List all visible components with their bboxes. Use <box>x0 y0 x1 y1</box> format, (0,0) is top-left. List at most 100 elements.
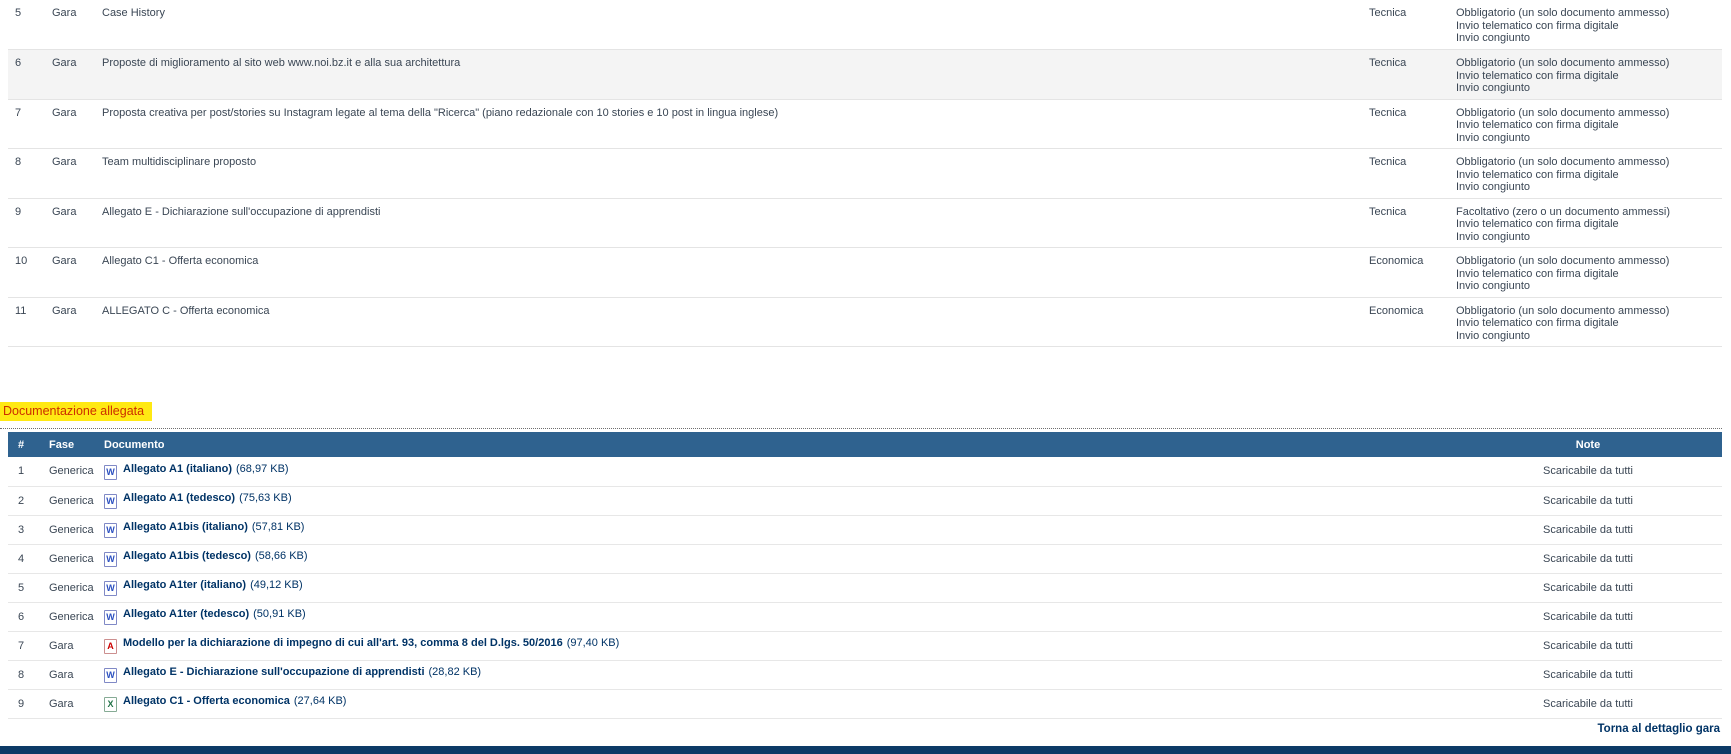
fase-label: Gara <box>45 50 95 100</box>
word-file-icon[interactable]: W <box>104 523 117 538</box>
attachment-document-cell: WAllegato A1 (tedesco)(75,63 KB) <box>104 486 1454 515</box>
pdf-file-icon[interactable]: A <box>104 639 117 654</box>
download-permission-note: Scaricabile da tutti <box>1454 689 1722 718</box>
attachment-download-link[interactable]: WAllegato A1bis (tedesco) <box>104 550 251 562</box>
word-file-icon[interactable]: W <box>104 494 117 509</box>
attachment-name[interactable]: Allegato E - Dichiarazione sull'occupazi… <box>123 666 425 678</box>
row-number: 6 <box>8 602 48 631</box>
fase-label: Gara <box>45 198 95 248</box>
row-number: 3 <box>8 515 48 544</box>
attachment-document-cell: WAllegato A1ter (tedesco)(50,91 KB) <box>104 602 1454 631</box>
file-size: (49,12 KB) <box>250 579 303 591</box>
attachment-name[interactable]: Modello per la dichiarazione di impegno … <box>123 637 563 649</box>
attachment-row: 1 Generica WAllegato A1 (italiano)(68,97… <box>8 457 1722 486</box>
attachment-document-cell: XAllegato C1 - Offerta economica(27,64 K… <box>104 689 1454 718</box>
row-number: 8 <box>8 149 45 199</box>
attachment-name[interactable]: Allegato A1bis (italiano) <box>123 521 248 533</box>
row-number: 4 <box>8 544 48 573</box>
attachments-table: # Fase Documento Note 1 Generica WAllega… <box>8 432 1722 719</box>
section-title-documentazione-allegata: Documentazione allegata <box>0 402 152 421</box>
word-file-icon[interactable]: W <box>104 552 117 567</box>
fase-label: Gara <box>45 297 95 347</box>
tipologia-label: Tecnica <box>1362 50 1449 100</box>
attachment-download-link[interactable]: WAllegato A1 (italiano) <box>104 463 232 475</box>
attachment-download-link[interactable]: WAllegato A1ter (italiano) <box>104 579 246 591</box>
document-title: Proposte di miglioramento al sito web ww… <box>95 50 1362 100</box>
row-number: 8 <box>8 660 48 689</box>
file-size: (58,66 KB) <box>255 550 308 562</box>
file-size: (28,82 KB) <box>429 666 482 678</box>
word-file-icon[interactable]: W <box>104 668 117 683</box>
attachment-download-link[interactable]: WAllegato A1ter (tedesco) <box>104 608 249 620</box>
excel-file-icon[interactable]: X <box>104 697 117 712</box>
footer-bar <box>0 746 1731 754</box>
download-permission-note: Scaricabile da tutti <box>1454 573 1722 602</box>
download-permission-note: Scaricabile da tutti <box>1454 631 1722 660</box>
row-number: 6 <box>8 50 45 100</box>
tipologia-label: Economica <box>1362 248 1449 298</box>
row-number: 9 <box>8 689 48 718</box>
attachment-row: 4 Generica WAllegato A1bis (tedesco)(58,… <box>8 544 1722 573</box>
word-file-icon[interactable]: W <box>104 465 117 480</box>
fase-label: Generica <box>48 515 104 544</box>
note-lines: Obbligatorio (un solo documento ammesso)… <box>1449 99 1722 149</box>
fase-label: Gara <box>48 660 104 689</box>
section-divider <box>0 428 1722 429</box>
attachment-download-link[interactable]: WAllegato A1 (tedesco) <box>104 492 235 504</box>
attachment-row: 2 Generica WAllegato A1 (tedesco)(75,63 … <box>8 486 1722 515</box>
note-lines: Obbligatorio (un solo documento ammesso)… <box>1449 248 1722 298</box>
file-size: (75,63 KB) <box>239 492 292 504</box>
fase-label: Gara <box>48 689 104 718</box>
row-number: 2 <box>8 486 48 515</box>
attachment-row: 6 Generica WAllegato A1ter (tedesco)(50,… <box>8 602 1722 631</box>
attachment-document-cell: WAllegato A1 (italiano)(68,97 KB) <box>104 457 1454 486</box>
attachment-download-link[interactable]: XAllegato C1 - Offerta economica <box>104 695 290 707</box>
download-permission-note: Scaricabile da tutti <box>1454 515 1722 544</box>
fase-label: Gara <box>45 99 95 149</box>
document-title: Proposta creativa per post/stories su In… <box>95 99 1362 149</box>
required-document-row: 7 Gara Proposta creativa per post/storie… <box>8 99 1722 149</box>
fase-label: Generica <box>48 486 104 515</box>
fase-label: Generica <box>48 544 104 573</box>
attachment-document-cell: A Modello per la dichiarazione di impegno… <box>104 631 1454 660</box>
file-size: (50,91 KB) <box>253 608 306 620</box>
attachment-download-link[interactable]: WAllegato E - Dichiarazione sull'occupaz… <box>104 666 425 678</box>
word-file-icon[interactable]: W <box>104 610 117 625</box>
attachment-name[interactable]: Allegato A1ter (tedesco) <box>123 608 249 620</box>
attachment-name[interactable]: Allegato A1 (tedesco) <box>123 492 235 504</box>
note-lines: Obbligatorio (un solo documento ammesso)… <box>1449 149 1722 199</box>
required-documents-table: 5 Gara Case History Tecnica Obbligatorio… <box>8 0 1722 347</box>
document-title: ALLEGATO C - Offerta economica <box>95 297 1362 347</box>
required-document-row: 6 Gara Proposte di miglioramento al sito… <box>8 50 1722 100</box>
attachment-document-cell: W Allegato E - Dichiarazione sull'occupaz… <box>104 660 1454 689</box>
col-header-number: # <box>8 432 48 457</box>
back-to-tender-detail-link[interactable]: Torna al dettaglio gara <box>1598 723 1720 735</box>
note-lines: Facoltativo (zero o un documento ammessi… <box>1449 198 1722 248</box>
attachment-download-link[interactable]: WAllegato A1bis (italiano) <box>104 521 248 533</box>
row-number: 1 <box>8 457 48 486</box>
note-lines: Obbligatorio (un solo documento ammesso)… <box>1449 297 1722 347</box>
required-document-row: 5 Gara Case History Tecnica Obbligatorio… <box>8 0 1722 50</box>
fase-label: Gara <box>45 0 95 50</box>
file-size: (68,97 KB) <box>236 463 289 475</box>
attachment-document-cell: WAllegato A1ter (italiano)(49,12 KB) <box>104 573 1454 602</box>
document-title: Allegato E - Dichiarazione sull'occupazi… <box>95 198 1362 248</box>
word-file-icon[interactable]: W <box>104 581 117 596</box>
col-header-note: Note <box>1454 432 1722 457</box>
note-lines: Obbligatorio (un solo documento ammesso)… <box>1449 0 1722 50</box>
tipologia-label: Tecnica <box>1362 0 1449 50</box>
attachment-document-cell: WAllegato A1bis (tedesco)(58,66 KB) <box>104 544 1454 573</box>
attachment-name[interactable]: Allegato A1bis (tedesco) <box>123 550 251 562</box>
attachment-name[interactable]: Allegato A1 (italiano) <box>123 463 232 475</box>
required-document-row: 9 Gara Allegato E - Dichiarazione sull'o… <box>8 198 1722 248</box>
attachment-download-link[interactable]: AModello per la dichiarazione di impegno… <box>104 637 563 649</box>
download-permission-note: Scaricabile da tutti <box>1454 544 1722 573</box>
attachment-row: 8 Gara W Allegato E - Dichiarazione sull'… <box>8 660 1722 689</box>
download-permission-note: Scaricabile da tutti <box>1454 602 1722 631</box>
attachment-name[interactable]: Allegato C1 - Offerta economica <box>123 695 290 707</box>
attachment-name[interactable]: Allegato A1ter (italiano) <box>123 579 246 591</box>
download-permission-note: Scaricabile da tutti <box>1454 660 1722 689</box>
document-title: Team multidisciplinare proposto <box>95 149 1362 199</box>
download-permission-note: Scaricabile da tutti <box>1454 486 1722 515</box>
col-header-documento: Documento <box>104 432 1454 457</box>
